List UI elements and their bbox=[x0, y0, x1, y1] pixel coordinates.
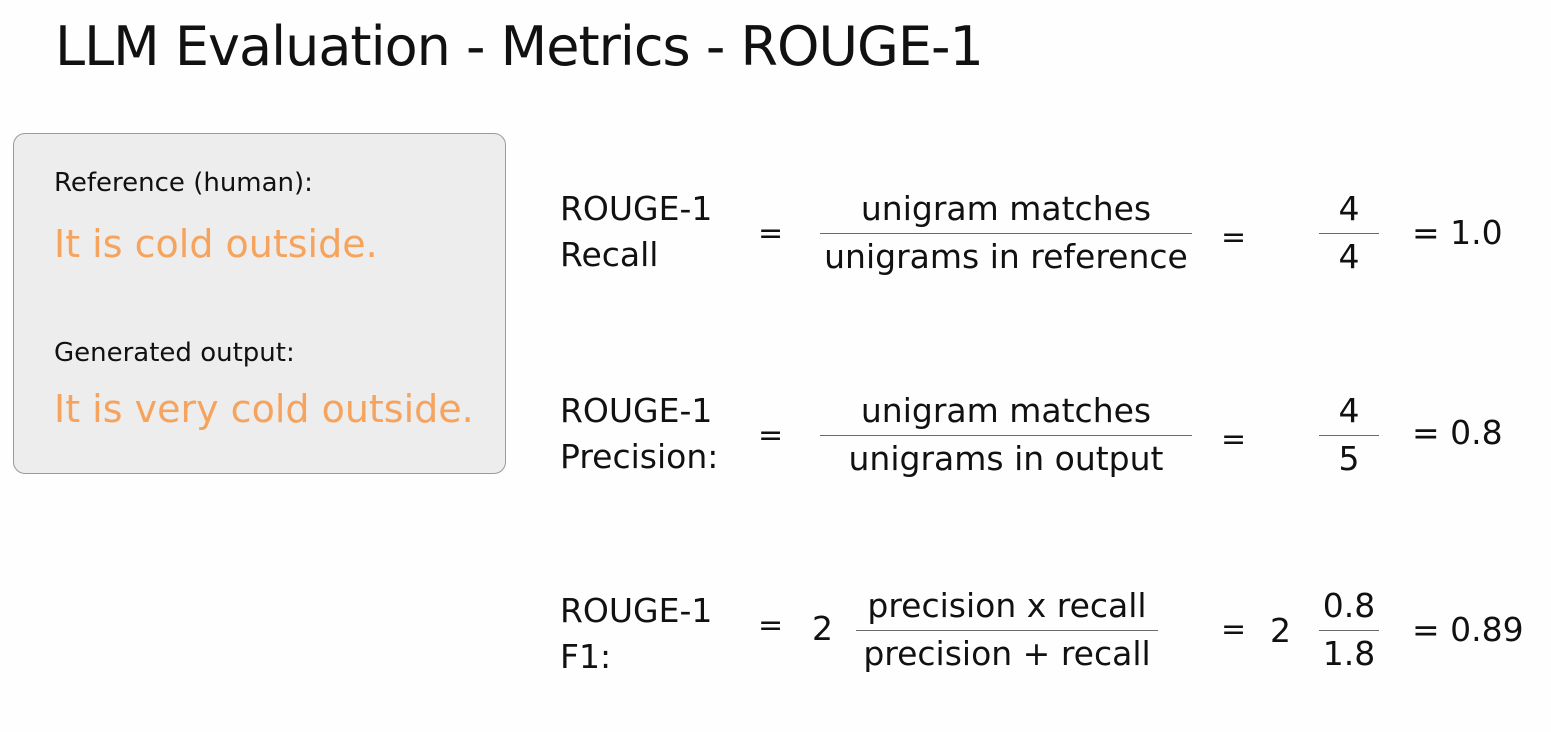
precision-name-line2: Precision: bbox=[560, 437, 719, 476]
f1-equals-1: = bbox=[758, 608, 784, 643]
f1-metric-name: ROUGE-1 F1: bbox=[560, 588, 712, 680]
f1-name-line2: F1: bbox=[560, 637, 612, 676]
recall-formula: ROUGE-1 Recall = unigram matches unigram… bbox=[0, 186, 1551, 286]
f1-formula: ROUGE-1 F1: = 2 precision x recall preci… bbox=[0, 586, 1551, 688]
generated-label: Generated output: bbox=[54, 338, 295, 368]
precision-denominator: unigrams in output bbox=[848, 439, 1164, 478]
f1-denominator: precision + recall bbox=[863, 634, 1151, 673]
precision-value-denominator: 5 bbox=[1338, 439, 1360, 478]
f1-definition-fraction: precision x recall precision + recall bbox=[856, 583, 1158, 677]
recall-name-line1: ROUGE-1 bbox=[560, 189, 713, 228]
f1-coefficient-2: 2 bbox=[1270, 611, 1291, 650]
precision-value-fraction: 4 5 bbox=[1319, 388, 1379, 482]
recall-equals-2: = bbox=[1221, 220, 1247, 255]
recall-value-fraction: 4 4 bbox=[1319, 186, 1379, 280]
recall-value-numerator: 4 bbox=[1338, 189, 1360, 228]
precision-value-numerator: 4 bbox=[1338, 391, 1360, 430]
precision-numerator: unigram matches bbox=[860, 391, 1152, 430]
precision-result: = 0.8 bbox=[1412, 413, 1503, 452]
f1-value-fraction: 0.8 1.8 bbox=[1319, 583, 1379, 677]
recall-value-denominator: 4 bbox=[1338, 237, 1360, 276]
precision-definition-fraction: unigram matches unigrams in output bbox=[820, 388, 1192, 482]
f1-name-line1: ROUGE-1 bbox=[560, 591, 713, 630]
precision-equals-1: = bbox=[758, 418, 784, 453]
recall-numerator: unigram matches bbox=[860, 189, 1152, 228]
recall-definition-fraction: unigram matches unigrams in reference bbox=[820, 186, 1192, 280]
recall-denominator: unigrams in reference bbox=[824, 237, 1188, 276]
recall-metric-name: ROUGE-1 Recall bbox=[560, 186, 712, 278]
f1-equals-2: = bbox=[1221, 612, 1247, 647]
precision-name-line1: ROUGE-1 bbox=[560, 391, 713, 430]
f1-numerator: precision x recall bbox=[867, 586, 1147, 625]
recall-name-line2: Recall bbox=[560, 235, 659, 274]
precision-equals-2: = bbox=[1221, 422, 1247, 457]
precision-metric-name: ROUGE-1 Precision: bbox=[560, 388, 718, 480]
precision-formula: ROUGE-1 Precision: = unigram matches uni… bbox=[0, 388, 1551, 488]
f1-result: = 0.89 bbox=[1412, 610, 1524, 649]
f1-value-denominator: 1.8 bbox=[1322, 634, 1376, 673]
recall-result: = 1.0 bbox=[1412, 213, 1503, 252]
f1-coefficient-1: 2 bbox=[812, 609, 833, 648]
f1-value-numerator: 0.8 bbox=[1322, 586, 1376, 625]
page-title: LLM Evaluation - Metrics - ROUGE-1 bbox=[55, 15, 984, 78]
recall-equals-1: = bbox=[758, 216, 784, 251]
